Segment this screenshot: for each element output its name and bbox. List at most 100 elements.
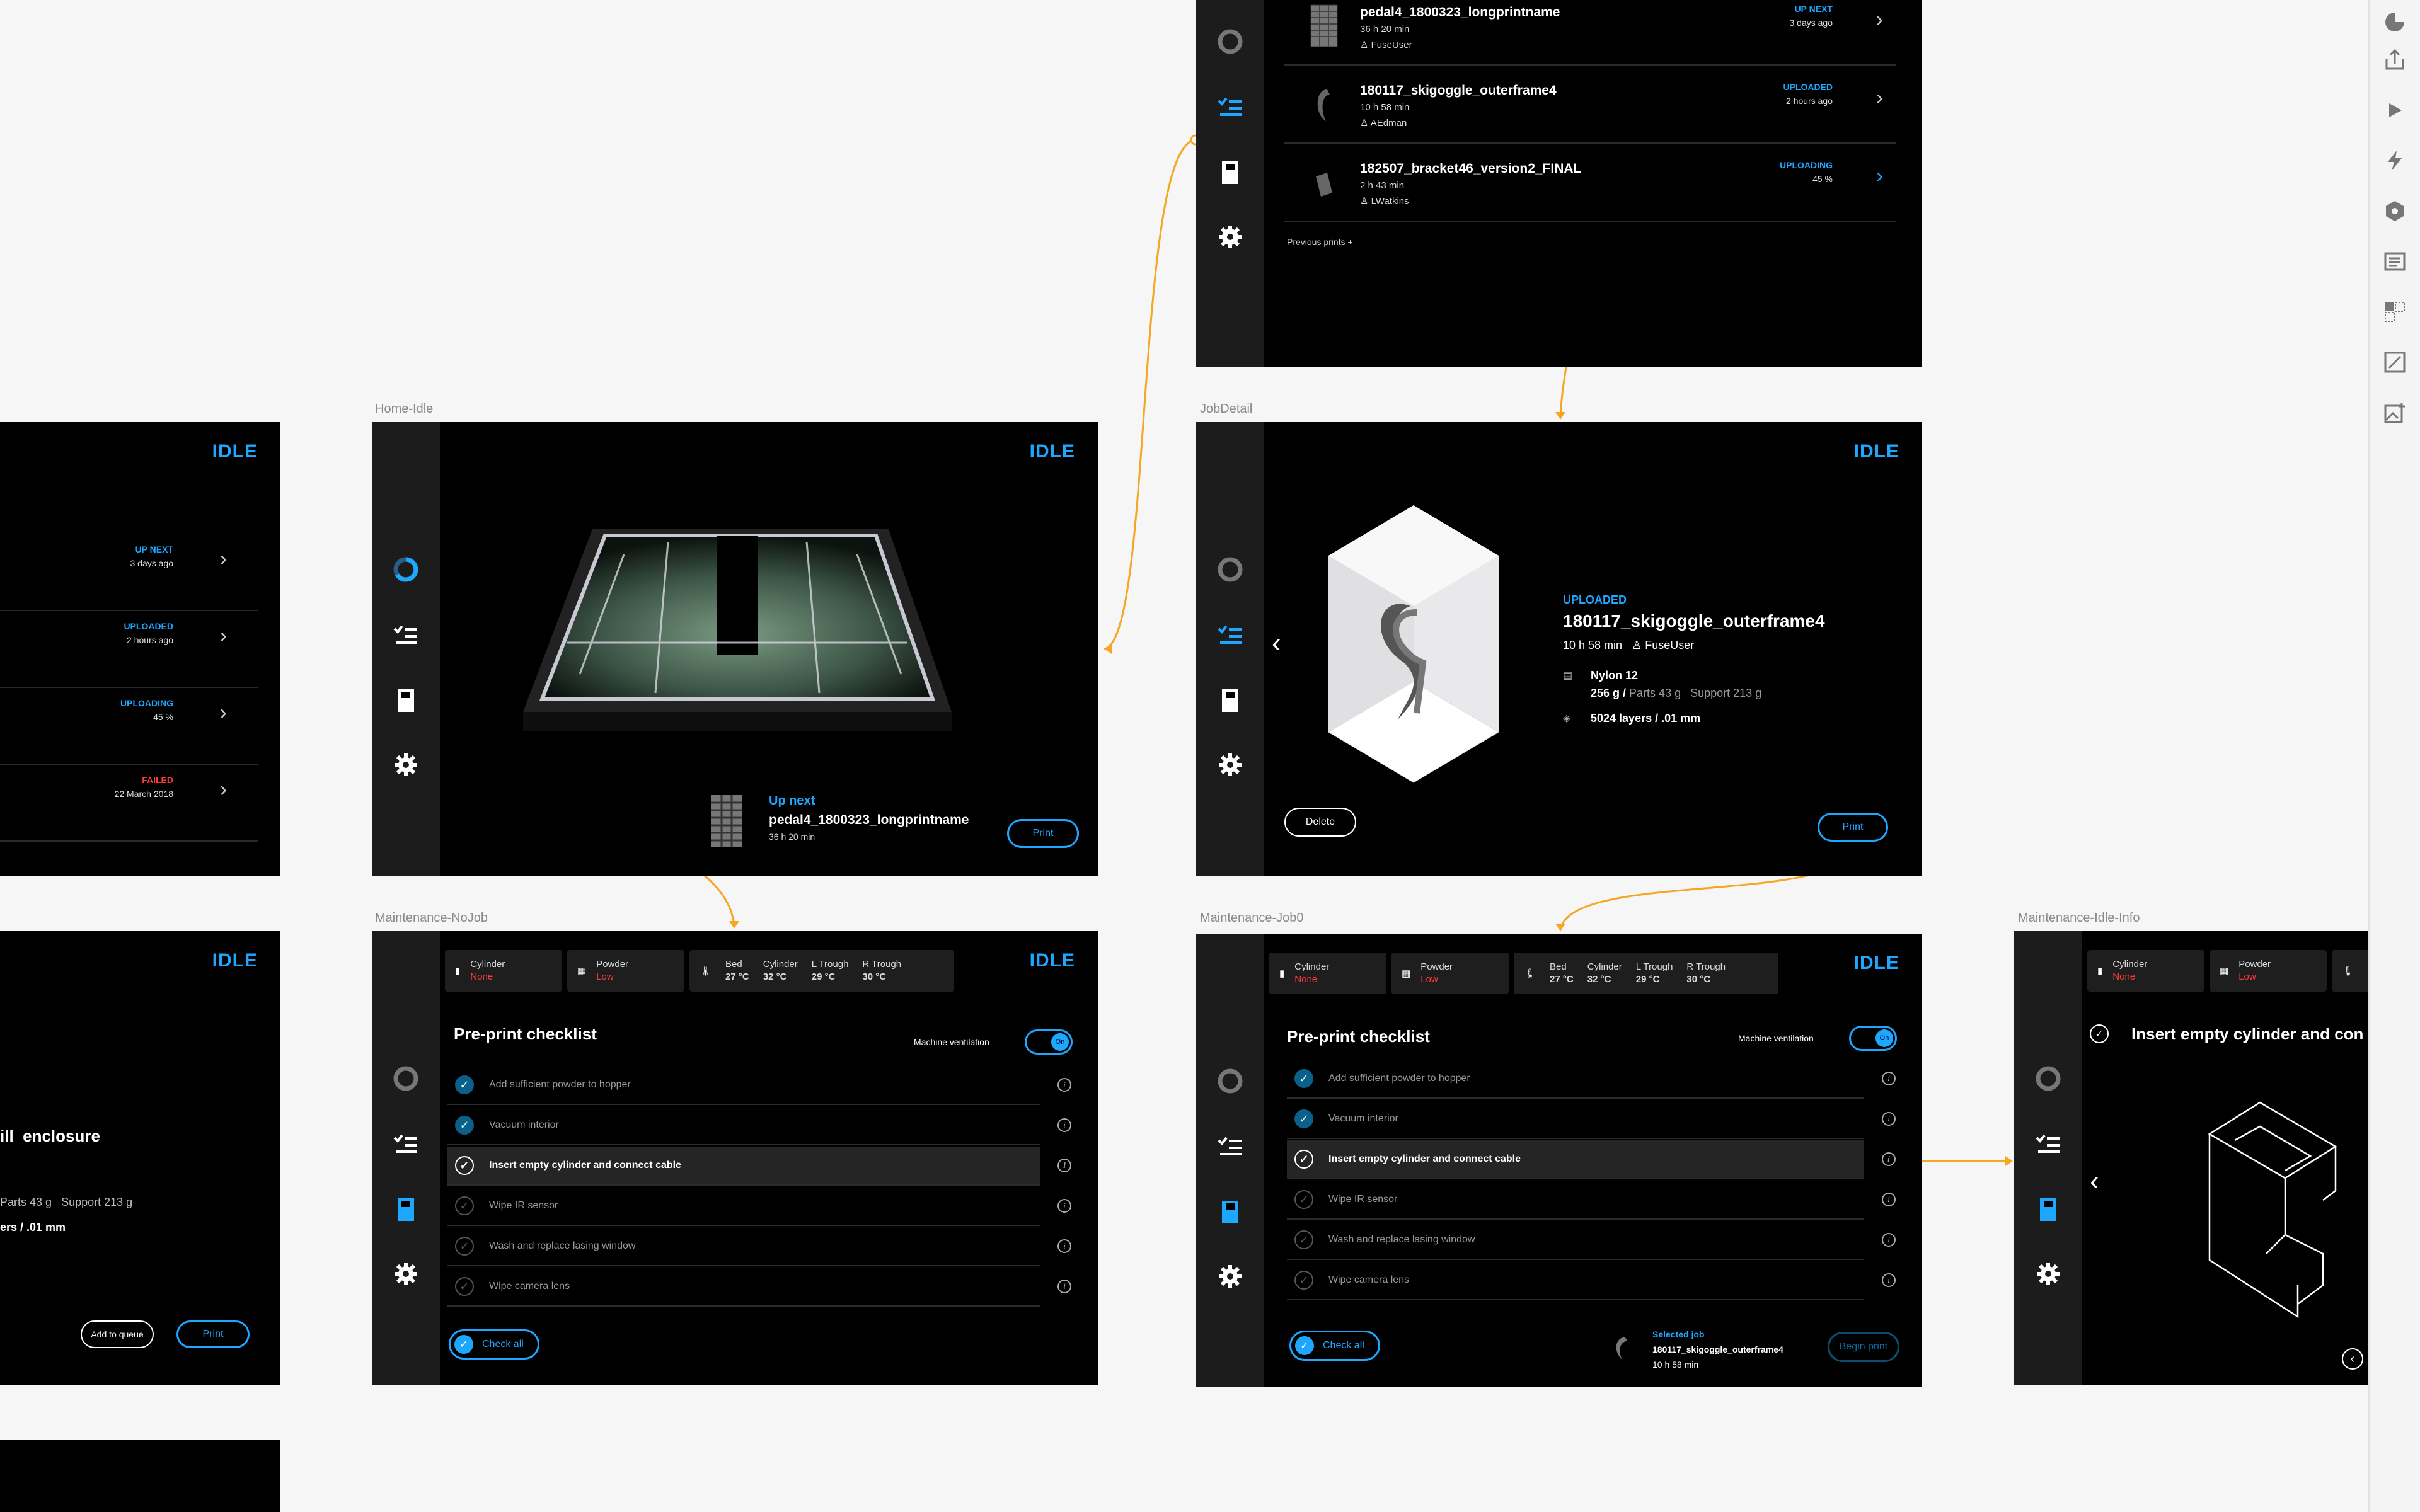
info-icon[interactable]: i: [1882, 1193, 1896, 1206]
user-name: FuseUser: [1371, 40, 1412, 50]
sensor-value: 29 °C: [1635, 974, 1660, 985]
check-icon[interactable]: ✓: [455, 1156, 474, 1175]
queue-row[interactable]: UP NEXT 3 days ago ›: [0, 536, 258, 611]
add-to-queue-button[interactable]: Add to queue: [81, 1320, 154, 1348]
checklist-item[interactable]: ✓ Insert empty cylinder and connect cable…: [447, 1147, 1071, 1186]
check-icon[interactable]: ✓: [455, 1196, 474, 1215]
gear-icon[interactable]: [1196, 1257, 1264, 1295]
components-icon[interactable]: [2370, 290, 2420, 334]
checklist-item[interactable]: ✓ Wash and replace lasing window i: [447, 1227, 1071, 1266]
checklist-item[interactable]: ✓ Add sufficient powder to hopper i: [1287, 1060, 1896, 1099]
queue-row[interactable]: pedal4_1800323_longprintname 36 h 20 min…: [1284, 0, 1896, 66]
queue-row[interactable]: 180117_skigoggle_outerframe4 10 h 58 min…: [1284, 67, 1896, 144]
play-icon[interactable]: [2370, 88, 2420, 132]
info-icon[interactable]: i: [1057, 1280, 1071, 1293]
queue-icon[interactable]: [372, 1125, 440, 1163]
status-ring-icon[interactable]: [372, 1060, 440, 1097]
sensor-value: Low: [2238, 971, 2256, 982]
info-icon[interactable]: i: [1882, 1072, 1896, 1085]
check-all-button[interactable]: ✓ Check all: [1289, 1331, 1380, 1361]
add-image-icon[interactable]: [2370, 391, 2420, 435]
check-icon: ✓: [454, 1335, 473, 1354]
info-icon[interactable]: i: [1057, 1159, 1071, 1172]
queue-row[interactable]: UPLOADED 2 hours ago ›: [0, 612, 258, 688]
cylinder-icon[interactable]: [1196, 154, 1264, 192]
info-icon[interactable]: i: [1882, 1233, 1896, 1247]
info-icon[interactable]: i: [1057, 1118, 1071, 1132]
check-icon: ✓: [1295, 1336, 1314, 1355]
gear-icon[interactable]: [2014, 1255, 2082, 1293]
share-icon[interactable]: [2370, 38, 2420, 82]
checklist-item[interactable]: ✓ Wipe IR sensor i: [447, 1187, 1071, 1226]
status-idle: IDLE: [1853, 441, 1899, 462]
check-icon[interactable]: ✓: [455, 1116, 474, 1135]
status-ring-icon[interactable]: [1196, 23, 1264, 60]
gear-icon[interactable]: [1196, 218, 1264, 256]
checklist-item[interactable]: ✓ Add sufficient powder to hopper i: [447, 1066, 1071, 1105]
hexagon-icon[interactable]: [2370, 189, 2420, 233]
cylinder-icon[interactable]: [1196, 1193, 1264, 1231]
info-icon[interactable]: i: [1057, 1239, 1071, 1253]
status-idle: IDLE: [1029, 441, 1075, 462]
print-button[interactable]: Print: [176, 1320, 250, 1348]
ventilation-toggle[interactable]: On: [1849, 1026, 1897, 1051]
check-icon[interactable]: ✓: [1294, 1109, 1313, 1128]
check-icon[interactable]: ✓: [1294, 1230, 1313, 1249]
collapse-chevron-icon[interactable]: ‹: [2342, 1348, 2363, 1370]
checklist-item[interactable]: ✓ Wipe camera lens i: [447, 1268, 1071, 1307]
row-status: UPLOADING: [120, 698, 173, 708]
check-icon[interactable]: ✓: [1294, 1190, 1313, 1209]
checklist-item[interactable]: ✓ Wipe camera lens i: [1287, 1261, 1896, 1300]
queue-row[interactable]: UPLOADING 45 % ›: [0, 689, 258, 765]
queue-icon[interactable]: [1196, 1128, 1264, 1166]
print-button[interactable]: Print: [1007, 819, 1079, 848]
cylinder-icon[interactable]: [372, 1191, 440, 1228]
queue-row[interactable]: 182507_bracket46_version2_FINAL 2 h 43 m…: [1284, 145, 1896, 222]
check-all-button[interactable]: ✓ Check all: [449, 1329, 539, 1360]
info-icon[interactable]: i: [1882, 1152, 1896, 1166]
cylinder-icon[interactable]: [2014, 1191, 2082, 1228]
edit-image-icon[interactable]: [2370, 340, 2420, 384]
ventilation-toggle[interactable]: On: [1025, 1029, 1073, 1055]
chevron-left-icon[interactable]: ‹: [2090, 1166, 2099, 1197]
previous-prints-link[interactable]: Previous prints +: [1287, 237, 1353, 247]
tool-panel: [2368, 0, 2420, 1512]
cylinder-icon[interactable]: [1196, 682, 1264, 719]
lightning-icon[interactable]: [2370, 139, 2420, 183]
info-icon[interactable]: i: [1057, 1078, 1071, 1092]
check-icon[interactable]: ✓: [1294, 1069, 1313, 1088]
delete-button[interactable]: Delete: [1284, 808, 1356, 837]
status-ring-icon[interactable]: [372, 551, 440, 588]
checklist-item[interactable]: ✓ Vacuum interior i: [1287, 1100, 1896, 1139]
status-ring-icon[interactable]: [1196, 1062, 1264, 1100]
check-icon[interactable]: ✓: [455, 1075, 474, 1094]
queue-icon[interactable]: [1196, 616, 1264, 654]
begin-print-button[interactable]: Begin print: [1828, 1332, 1899, 1362]
check-icon[interactable]: ✓: [1294, 1271, 1313, 1290]
check-icon[interactable]: ✓: [1294, 1150, 1313, 1169]
sensor-label: Cylinder: [1294, 961, 1330, 972]
checklist-item[interactable]: ✓ Wipe IR sensor i: [1287, 1181, 1896, 1220]
queue-icon[interactable]: [372, 616, 440, 654]
info-icon[interactable]: i: [1882, 1112, 1896, 1126]
queue-icon[interactable]: [2014, 1125, 2082, 1163]
info-icon[interactable]: i: [1057, 1199, 1071, 1213]
gear-icon[interactable]: [1196, 746, 1264, 784]
gear-icon[interactable]: [372, 1255, 440, 1293]
info-icon[interactable]: i: [1882, 1273, 1896, 1287]
status-ring-icon[interactable]: [1196, 551, 1264, 588]
status-ring-icon[interactable]: [2014, 1060, 2082, 1097]
inspect-icon[interactable]: [2370, 239, 2420, 284]
queue-row[interactable]: FAILED 22 March 2018 ›: [0, 766, 258, 842]
print-button[interactable]: Print: [1818, 813, 1888, 842]
checklist-item[interactable]: ✓ Wash and replace lasing window i: [1287, 1221, 1896, 1260]
chevron-left-icon[interactable]: ‹: [1272, 627, 1281, 659]
checklist-item[interactable]: ✓ Vacuum interior i: [447, 1106, 1071, 1145]
check-icon[interactable]: ✓: [455, 1277, 474, 1296]
cylinder-icon[interactable]: [372, 682, 440, 719]
sensor-cylinder: ▮ Cylinder None: [1269, 953, 1386, 994]
check-icon[interactable]: ✓: [455, 1237, 474, 1256]
queue-icon[interactable]: [1196, 88, 1264, 126]
gear-icon[interactable]: [372, 746, 440, 784]
checklist-item[interactable]: ✓ Insert empty cylinder and connect cable…: [1287, 1140, 1896, 1179]
